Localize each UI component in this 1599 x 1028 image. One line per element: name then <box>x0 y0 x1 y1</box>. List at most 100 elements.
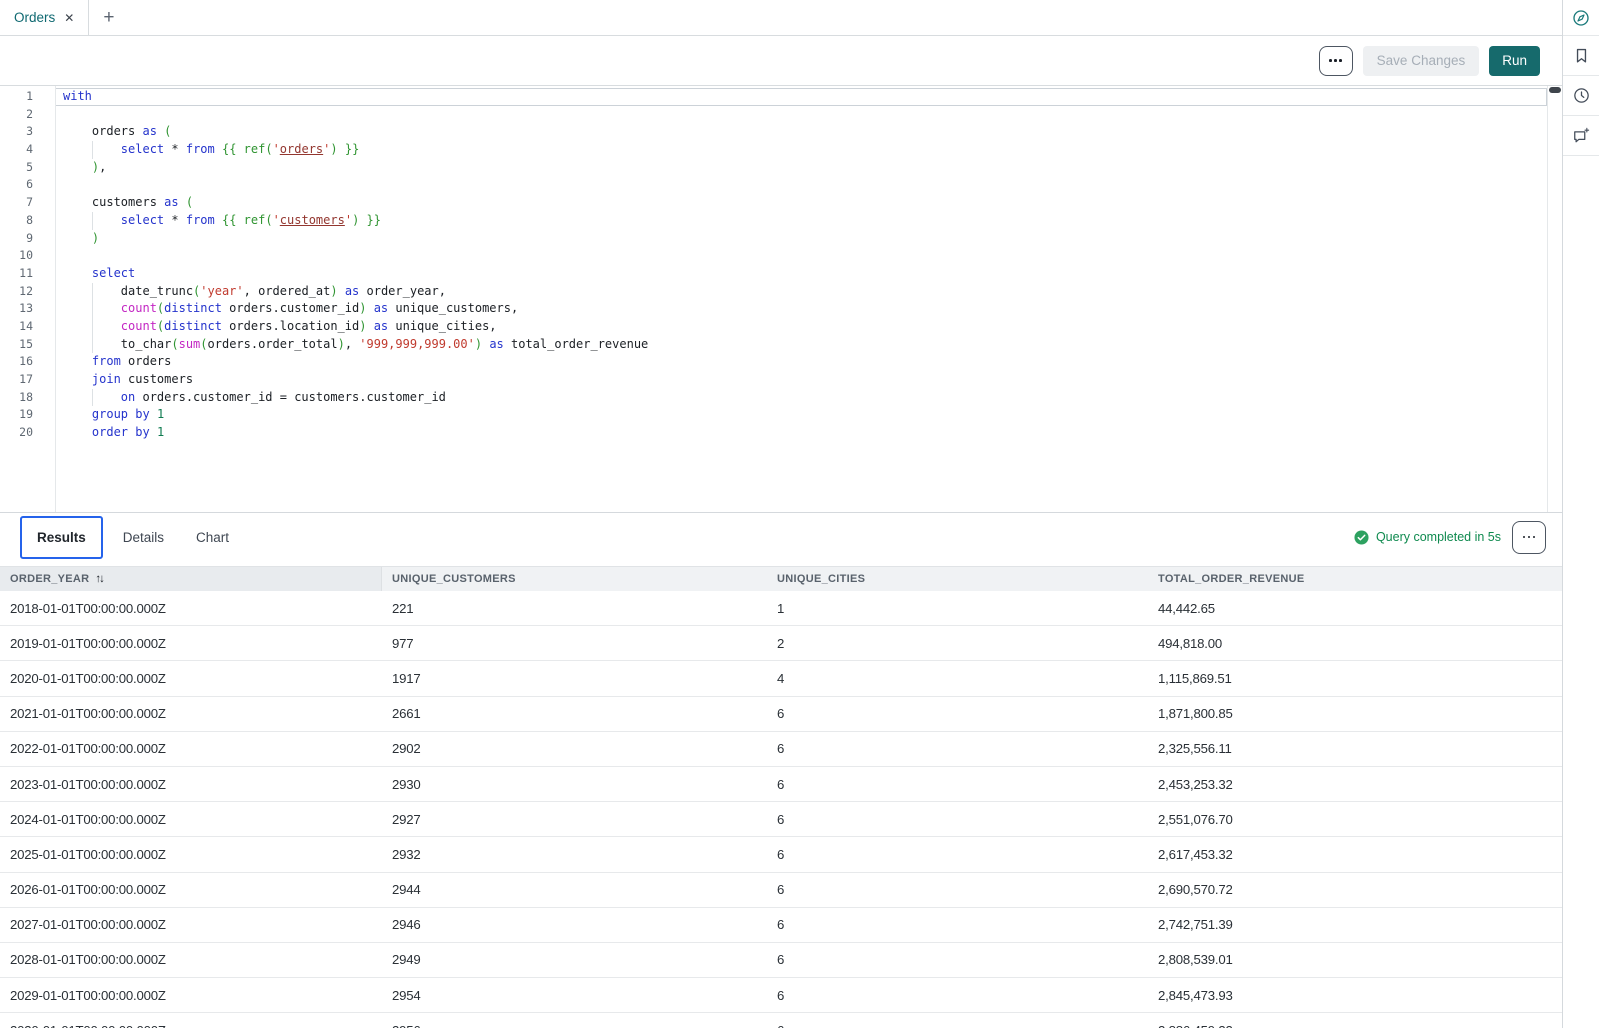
column-header-label: UNIQUE_CUSTOMERS <box>392 573 516 585</box>
tab-results[interactable]: Results <box>20 516 103 559</box>
results-more-button[interactable] <box>1512 521 1546 554</box>
save-changes-button[interactable]: Save Changes <box>1363 46 1480 76</box>
tab-details[interactable]: Details <box>123 530 164 545</box>
code-text <box>55 176 1547 194</box>
code-text: ) <box>55 230 1547 248</box>
bookmark-icon[interactable] <box>1563 36 1599 76</box>
sort-arrows-icon[interactable]: ↑↓ <box>95 573 103 585</box>
table-row[interactable]: 2030-01-01T00:00:00.000Z295662,886,459.3… <box>0 1013 1562 1028</box>
code-line-17[interactable]: 17 join customers <box>0 371 1547 389</box>
code-text: select <box>55 265 1547 283</box>
code-text: join customers <box>55 371 1547 389</box>
table-cell: 221 <box>382 591 767 625</box>
table-cell: 6 <box>767 1013 1148 1028</box>
table-cell: 1 <box>767 591 1148 625</box>
code-line-4[interactable]: 4 select * from {{ ref('orders') }} <box>0 141 1547 159</box>
close-tab-icon[interactable]: ✕ <box>64 12 74 24</box>
table-cell: 2,845,473.93 <box>1148 978 1562 1012</box>
table-cell: 2 <box>767 626 1148 660</box>
code-line-12[interactable]: 12 date_trunc('year', ordered_at) as ord… <box>0 283 1547 301</box>
file-tab-orders[interactable]: Orders ✕ <box>0 0 89 35</box>
code-line-11[interactable]: 11 select <box>0 265 1547 283</box>
table-cell: 6 <box>767 908 1148 942</box>
code-line-3[interactable]: 3 orders as ( <box>0 123 1547 141</box>
code-line-18[interactable]: 18 on orders.customer_id = customers.cus… <box>0 389 1547 407</box>
tab-chart[interactable]: Chart <box>196 530 229 545</box>
table-row[interactable]: 2027-01-01T00:00:00.000Z294662,742,751.3… <box>0 908 1562 943</box>
table-cell: 2024-01-01T00:00:00.000Z <box>0 802 382 836</box>
column-header-label: ORDER_YEAR <box>10 573 89 585</box>
table-cell: 6 <box>767 978 1148 1012</box>
code-line-16[interactable]: 16 from orders <box>0 353 1547 371</box>
indent-guide <box>92 300 93 318</box>
indent-guide <box>92 389 93 407</box>
sql-code-editor[interactable]: 1with23 orders as (4 select * from {{ re… <box>0 86 1562 512</box>
table-cell: 2956 <box>382 1013 767 1028</box>
history-icon[interactable] <box>1563 76 1599 116</box>
column-header-unique_customers[interactable]: UNIQUE_CUSTOMERS <box>382 567 767 591</box>
editor-toolbar: Save Changes Run <box>0 36 1562 86</box>
table-cell: 4 <box>767 661 1148 695</box>
table-cell: 44,442.65 <box>1148 591 1562 625</box>
code-line-10[interactable]: 10 <box>0 247 1547 265</box>
line-number: 3 <box>0 123 55 141</box>
editor-more-button[interactable] <box>1319 46 1353 76</box>
ellipsis-icon <box>1523 536 1526 539</box>
table-row[interactable]: 2023-01-01T00:00:00.000Z293062,453,253.3… <box>0 767 1562 802</box>
table-row[interactable]: 2025-01-01T00:00:00.000Z293262,617,453.3… <box>0 837 1562 872</box>
table-cell: 2,551,076.70 <box>1148 802 1562 836</box>
code-line-1[interactable]: 1with <box>0 88 1547 106</box>
code-text: customers as ( <box>55 194 1547 212</box>
discover-icon[interactable] <box>1563 0 1599 36</box>
code-text: count(distinct orders.location_id) as un… <box>55 318 1547 336</box>
code-line-5[interactable]: 5 ), <box>0 159 1547 177</box>
table-cell: 2,453,253.32 <box>1148 767 1562 801</box>
results-tab-bar: Results Details Chart Query completed in… <box>0 512 1562 561</box>
line-number: 5 <box>0 159 55 177</box>
run-button[interactable]: Run <box>1489 46 1540 76</box>
ellipsis-icon <box>1329 59 1332 62</box>
table-row[interactable]: 2020-01-01T00:00:00.000Z191741,115,869.5… <box>0 661 1562 696</box>
table-cell: 2930 <box>382 767 767 801</box>
line-number: 11 <box>0 265 55 283</box>
code-line-9[interactable]: 9 ) <box>0 230 1547 248</box>
table-row[interactable]: 2018-01-01T00:00:00.000Z221144,442.65 <box>0 591 1562 626</box>
table-row[interactable]: 2021-01-01T00:00:00.000Z266161,871,800.8… <box>0 697 1562 732</box>
table-cell: 2949 <box>382 943 767 977</box>
code-line-19[interactable]: 19 group by 1 <box>0 406 1547 424</box>
ai-chat-icon[interactable] <box>1563 116 1599 156</box>
code-line-8[interactable]: 8 select * from {{ ref('customers') }} <box>0 212 1547 230</box>
code-text: date_trunc('year', ordered_at) as order_… <box>55 283 1547 301</box>
column-header-order_year[interactable]: ORDER_YEAR ↑↓ <box>0 567 382 591</box>
code-line-2[interactable]: 2 <box>0 106 1547 124</box>
code-line-20[interactable]: 20 order by 1 <box>0 424 1547 442</box>
table-row[interactable]: 2019-01-01T00:00:00.000Z9772494,818.00 <box>0 626 1562 661</box>
table-cell: 2,886,459.32 <box>1148 1013 1562 1028</box>
table-row[interactable]: 2022-01-01T00:00:00.000Z290262,325,556.1… <box>0 732 1562 767</box>
editor-scrollbar-thumb[interactable] <box>1549 87 1561 93</box>
code-line-13[interactable]: 13 count(distinct orders.customer_id) as… <box>0 300 1547 318</box>
table-cell: 2954 <box>382 978 767 1012</box>
results-table: ORDER_YEAR ↑↓ UNIQUE_CUSTOMERS UNIQUE_CITIE… <box>0 566 1562 1028</box>
code-text: orders as ( <box>55 123 1547 141</box>
code-line-7[interactable]: 7 customers as ( <box>0 194 1547 212</box>
line-number: 4 <box>0 141 55 159</box>
table-cell: 2932 <box>382 837 767 871</box>
table-cell: 2023-01-01T00:00:00.000Z <box>0 767 382 801</box>
table-row[interactable]: 2028-01-01T00:00:00.000Z294962,808,539.0… <box>0 943 1562 978</box>
table-body: 2018-01-01T00:00:00.000Z221144,442.65201… <box>0 591 1562 1028</box>
code-line-6[interactable]: 6 <box>0 176 1547 194</box>
table-cell: 2,808,539.01 <box>1148 943 1562 977</box>
query-status: Query completed in 5s <box>1354 530 1501 545</box>
new-tab-button[interactable]: + <box>89 0 128 35</box>
column-header-total_order_revenue[interactable]: TOTAL_ORDER_REVENUE <box>1148 567 1562 591</box>
file-tab-bar: Orders ✕ + <box>0 0 1562 36</box>
table-row[interactable]: 2024-01-01T00:00:00.000Z292762,551,076.7… <box>0 802 1562 837</box>
column-header-unique_cities[interactable]: UNIQUE_CITIES <box>767 567 1148 591</box>
ide-window: Orders ✕ + Save Changes Run 1with23 orde… <box>0 0 1599 1028</box>
code-text: group by 1 <box>55 406 1547 424</box>
code-line-15[interactable]: 15 to_char(sum(orders.order_total), '999… <box>0 336 1547 354</box>
table-row[interactable]: 2029-01-01T00:00:00.000Z295462,845,473.9… <box>0 978 1562 1013</box>
code-line-14[interactable]: 14 count(distinct orders.location_id) as… <box>0 318 1547 336</box>
table-row[interactable]: 2026-01-01T00:00:00.000Z294462,690,570.7… <box>0 873 1562 908</box>
